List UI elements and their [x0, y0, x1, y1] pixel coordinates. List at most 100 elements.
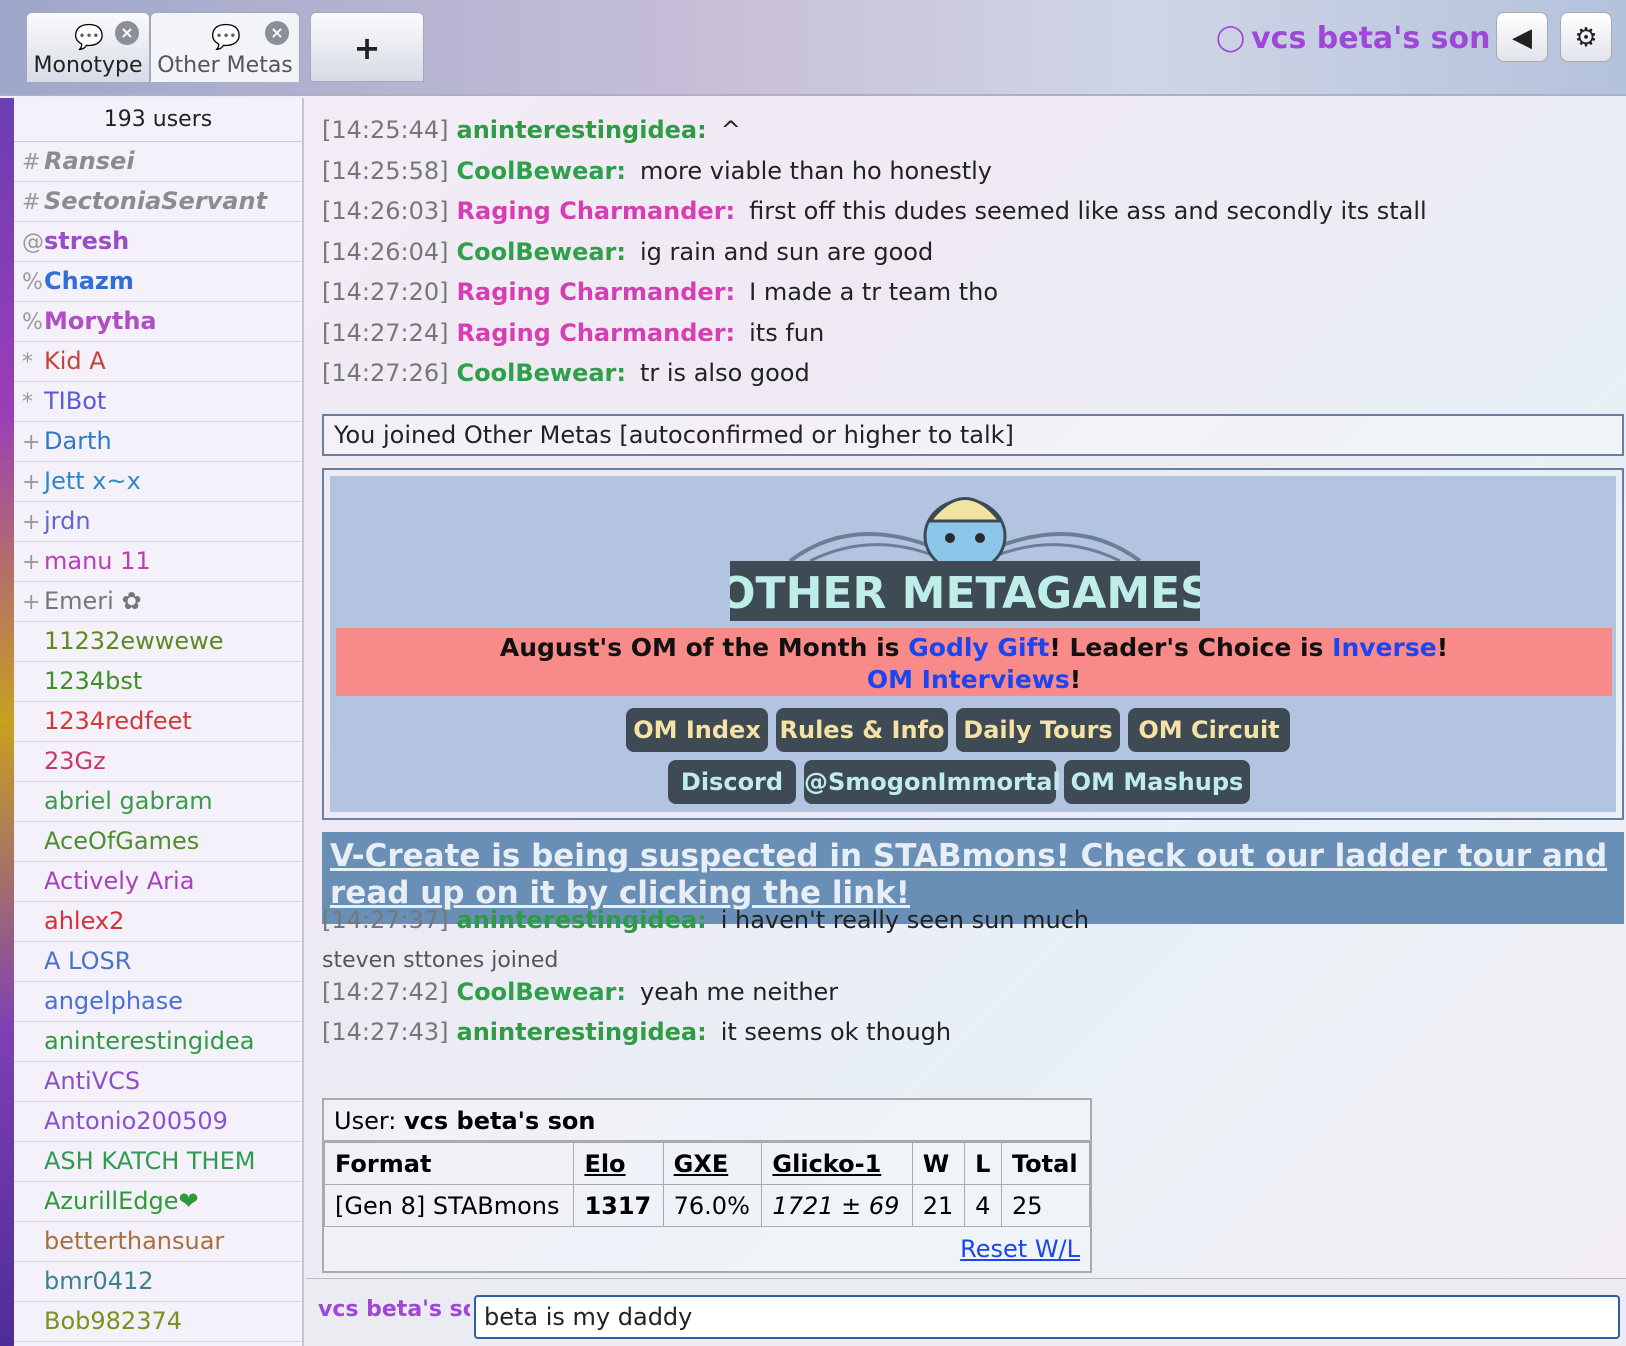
- user-list-item[interactable]: Bob982374: [14, 1302, 302, 1342]
- smogon-immortal-button[interactable]: @SmogonImmortal: [804, 760, 1061, 804]
- chat-input[interactable]: [474, 1295, 1620, 1339]
- ranking-row: [Gen 8] STABmons 1317 76.0% 1721 ± 69 21…: [323, 1184, 1090, 1227]
- user-list-item[interactable]: + Emeri ✿: [14, 582, 302, 622]
- om-mashups-button[interactable]: OM Mashups: [1064, 760, 1250, 804]
- message-text: ^: [720, 116, 741, 144]
- user-list-item[interactable]: %Chazm: [14, 262, 302, 302]
- om-interviews-link[interactable]: OM Interviews: [867, 665, 1070, 694]
- message-nick[interactable]: CoolBewear:: [457, 978, 626, 1006]
- current-user-button[interactable]: ◯ vcs beta's son: [1216, 18, 1490, 58]
- user-list-item[interactable]: + Jett x~x: [14, 462, 302, 502]
- user-name: stresh: [44, 227, 130, 255]
- user-list-item[interactable]: AceOfGames: [14, 822, 302, 862]
- user-list-item[interactable]: 1234redfeet: [14, 702, 302, 742]
- chat-log[interactable]: [14:25:44] aninterestingidea: ^ [14:25:58] C…: [306, 98, 1626, 1276]
- user-name: ahlex2: [44, 907, 125, 935]
- user-list-item[interactable]: # Ransei: [14, 142, 302, 182]
- current-user-name: vcs beta's son: [1251, 20, 1491, 56]
- user-list-item[interactable]: 11232ewwewe: [14, 622, 302, 662]
- user-name: SectoniaServant: [44, 187, 268, 215]
- user-list-item[interactable]: ahlex2: [14, 902, 302, 942]
- user-list-item[interactable]: # SectoniaServant: [14, 182, 302, 222]
- user-count: 193 users: [14, 98, 302, 142]
- user-name: angelphase: [44, 987, 184, 1015]
- close-icon[interactable]: ×: [115, 21, 139, 45]
- user-name: AceOfGames: [44, 827, 200, 855]
- user-icon: ◯: [1216, 23, 1246, 53]
- user-list-item[interactable]: + manu 11: [14, 542, 302, 582]
- user-list-item[interactable]: betterthansuar: [14, 1222, 302, 1262]
- message-nick[interactable]: aninterestingidea:: [457, 1018, 707, 1046]
- user-list-item[interactable]: @stresh: [14, 222, 302, 262]
- tab-monotype[interactable]: 💬 × Monotype: [26, 12, 150, 82]
- user-list-item[interactable]: ASH KATCH THEM: [14, 1142, 302, 1182]
- user-rank: +: [22, 510, 41, 535]
- user-list-item[interactable]: 23Gz: [14, 742, 302, 782]
- cell-gxe: 76.0%: [662, 1184, 763, 1227]
- sound-button[interactable]: ◀: [1496, 12, 1548, 62]
- user-list-item[interactable]: * TIBot: [14, 382, 302, 422]
- user-list-item[interactable]: 1234bst: [14, 662, 302, 702]
- user-list-item[interactable]: AzurillEdge❤: [14, 1182, 302, 1222]
- message-text: more viable than ho honestly: [639, 156, 993, 185]
- user-rank: +: [22, 590, 41, 615]
- message-nick[interactable]: CoolBewear:: [457, 157, 626, 185]
- user-list-item[interactable]: + jrdn: [14, 502, 302, 542]
- inverse-link[interactable]: Inverse: [1332, 633, 1437, 662]
- om-banner: OTHER METAGAMES August's OM of the Month…: [322, 468, 1624, 820]
- user-rank: +: [22, 430, 41, 455]
- user-rank: %: [22, 270, 43, 295]
- chat-message: [14:27:26] CoolBewear: tr is also good: [322, 359, 810, 387]
- user-name: jrdn: [44, 507, 91, 535]
- user-rank: +: [22, 470, 41, 495]
- user-list-item[interactable]: AntiVCS: [14, 1062, 302, 1102]
- user-list-item[interactable]: angelphase: [14, 982, 302, 1022]
- message-nick[interactable]: aninterestingidea:: [457, 116, 707, 144]
- chat-message: [14:27:43] aninterestingidea: it seems ok …: [322, 1018, 951, 1046]
- om-circuit-button[interactable]: OM Circuit: [1128, 708, 1290, 752]
- col-format: Format: [323, 1142, 575, 1185]
- message-nick[interactable]: CoolBewear:: [457, 238, 626, 266]
- user-list-item[interactable]: A LOSR: [14, 942, 302, 982]
- add-tab-button[interactable]: +: [310, 12, 424, 82]
- user-list-item[interactable]: aninterestingidea: [14, 1022, 302, 1062]
- ranking-user: User: vcs beta's son: [324, 1100, 1090, 1142]
- user-list-item[interactable]: Actively Aria: [14, 862, 302, 902]
- cell-losses: 4: [964, 1184, 1002, 1227]
- user-rank: %: [22, 310, 43, 335]
- user-name: ASH KATCH THEM: [44, 1147, 256, 1175]
- godly-gift-link[interactable]: Godly Gift: [908, 633, 1049, 662]
- message-nick[interactable]: CoolBewear:: [457, 359, 626, 387]
- reset-wl-link[interactable]: Reset W/L: [324, 1227, 1090, 1271]
- om-announcement: August's OM of the Month is Godly Gift! …: [336, 628, 1612, 696]
- message-nick[interactable]: Raging Charmander:: [457, 278, 736, 306]
- user-list-item[interactable]: bmr0412: [14, 1262, 302, 1302]
- cell-format: [Gen 8] STABmons: [323, 1184, 575, 1227]
- tab-other-metas[interactable]: 💬 × Other Metas: [150, 12, 300, 82]
- speech-bubble-icon: 💬: [74, 23, 104, 51]
- user-list-item[interactable]: * Kid A: [14, 342, 302, 382]
- timestamp: [14:25:58]: [322, 156, 449, 185]
- om-logo: OTHER METAGAMES: [730, 497, 1200, 621]
- user-name: manu 11: [44, 547, 151, 575]
- rules-info-button[interactable]: Rules & Info: [776, 708, 948, 752]
- user-list-item[interactable]: + Darth: [14, 422, 302, 462]
- cell-total: 25: [1001, 1184, 1090, 1227]
- user-name: Darth: [44, 427, 112, 455]
- om-index-button[interactable]: OM Index: [626, 708, 768, 752]
- message-nick[interactable]: Raging Charmander:: [457, 319, 736, 347]
- user-list-item[interactable]: abriel gabram: [14, 782, 302, 822]
- user-list-item[interactable]: Antonio200509: [14, 1102, 302, 1142]
- message-nick[interactable]: aninterestingidea:: [457, 906, 707, 934]
- close-icon[interactable]: ×: [265, 21, 289, 45]
- settings-button[interactable]: ⚙: [1560, 12, 1612, 62]
- message-nick[interactable]: Raging Charmander:: [457, 197, 736, 225]
- user-name: Kid A: [44, 347, 106, 375]
- discord-button[interactable]: Discord: [668, 760, 796, 804]
- daily-tours-button[interactable]: Daily Tours: [956, 708, 1120, 752]
- user-name: aninterestingidea: [44, 1027, 255, 1055]
- user-list-item[interactable]: %Morytha: [14, 302, 302, 342]
- chat-message: [14:27:20] Raging Charmander: I made a tr …: [322, 278, 998, 306]
- user-name: AntiVCS: [44, 1067, 141, 1095]
- message-text: yeah me neither: [639, 978, 839, 1006]
